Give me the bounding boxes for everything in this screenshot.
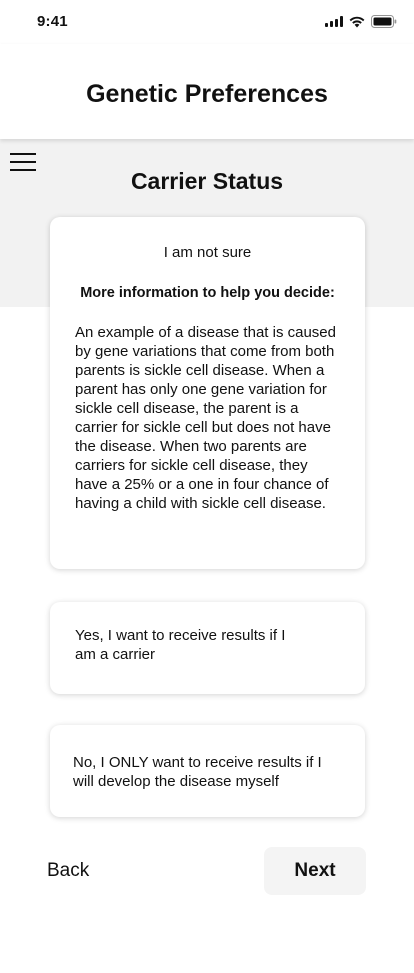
option-card-yes-carrier[interactable]: Yes, I want to receive results if I am a… — [50, 602, 365, 694]
option-card-no-only-disease[interactable]: No, I ONLY want to receive results if I … — [50, 725, 365, 817]
battery-icon — [371, 15, 397, 28]
wifi-icon — [349, 16, 365, 28]
status-bar: 9:41 — [0, 0, 414, 44]
next-button[interactable]: Next — [264, 847, 366, 895]
info-body: An example of a disease that is caused b… — [75, 324, 336, 512]
screen: 9:41 Genetic Preferences Carrier Status … — [0, 0, 414, 973]
status-icons — [325, 15, 397, 28]
page-title: Genetic Preferences — [86, 80, 328, 108]
signal-icon — [325, 16, 343, 27]
option-no-only-disease-label: No, I ONLY want to receive results if I … — [73, 754, 322, 790]
header: Genetic Preferences — [0, 44, 414, 139]
option-yes-carrier-label: Yes, I want to receive results if I am a… — [75, 627, 286, 663]
option-card-not-sure[interactable]: I am not sure More information to help y… — [50, 217, 365, 569]
status-time: 9:41 — [37, 13, 68, 30]
back-button[interactable]: Back — [47, 860, 89, 882]
section-title: Carrier Status — [130, 168, 284, 194]
hamburger-menu-icon[interactable] — [10, 153, 36, 171]
info-heading: More information to help you decide: — [80, 285, 335, 301]
option-not-sure-label: I am not sure — [163, 244, 252, 261]
